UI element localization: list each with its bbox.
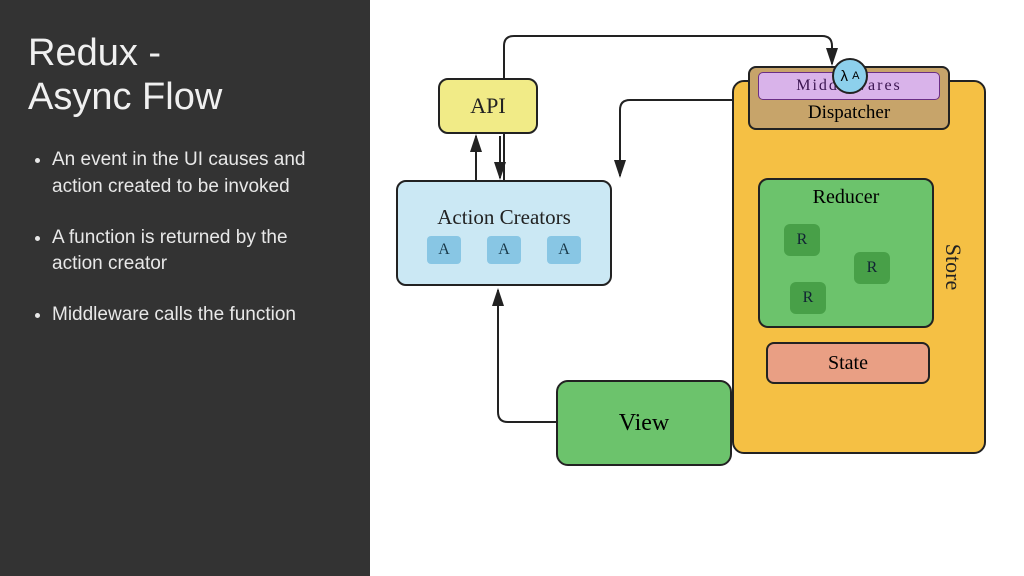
store-label: Store xyxy=(940,244,966,290)
bullet-item: An event in the UI causes and action cre… xyxy=(52,147,342,200)
bullet-item: A function is returned by the action cre… xyxy=(52,225,342,278)
action-letter: A xyxy=(852,70,859,82)
lambda-icon: λ xyxy=(840,68,848,85)
action-badge: A xyxy=(547,236,581,264)
node-api: API xyxy=(438,78,538,134)
action-creators-label: Action Creators xyxy=(437,205,571,230)
reducer-badge: R xyxy=(784,224,820,256)
reducer-badge: R xyxy=(854,252,890,284)
action-badge: A xyxy=(427,236,461,264)
diagram-canvas: API Action Creators A A A Store Middlewa… xyxy=(370,0,1024,576)
bullet-item: Middleware calls the function xyxy=(52,302,342,329)
reducer-badge: R xyxy=(790,282,826,314)
action-badges: A A A xyxy=(427,236,581,264)
moving-action-badge: λ A xyxy=(832,58,868,94)
sidebar: Redux -Async Flow An event in the UI cau… xyxy=(0,0,370,576)
bullet-list: An event in the UI causes and action cre… xyxy=(28,147,342,328)
node-reducer: Reducer R R R xyxy=(758,178,934,328)
action-badge: A xyxy=(487,236,521,264)
node-view: View xyxy=(556,380,732,466)
node-action-creators: Action Creators A A A xyxy=(396,180,612,286)
dispatcher-label: Dispatcher xyxy=(808,102,890,124)
node-state: State xyxy=(766,342,930,384)
reducer-label: Reducer xyxy=(760,186,932,209)
slide-title: Redux -Async Flow xyxy=(28,32,342,119)
